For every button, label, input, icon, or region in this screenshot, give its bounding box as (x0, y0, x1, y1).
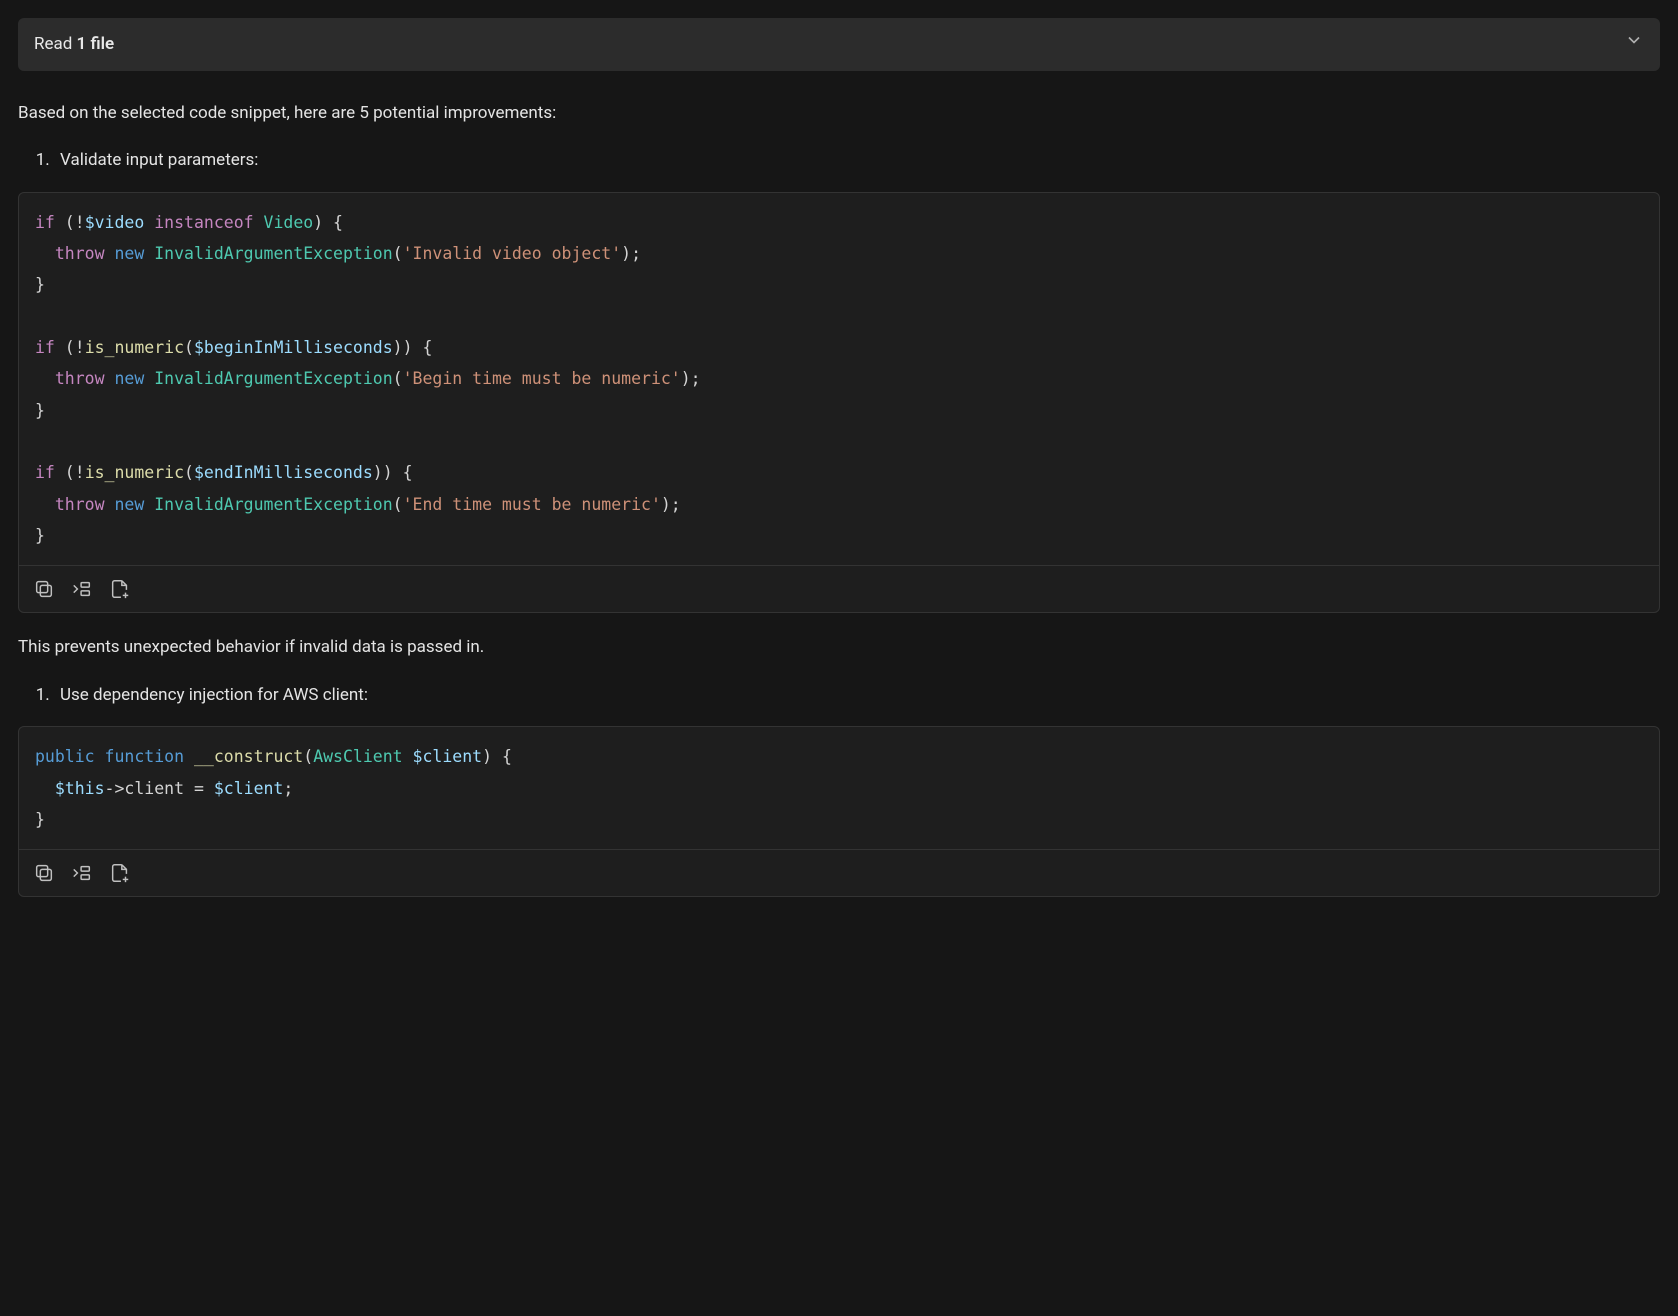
list-item: Validate input parameters: (54, 148, 1660, 174)
read-file-count: 1 file (77, 34, 115, 54)
read-file-header[interactable]: Read 1 file (18, 18, 1660, 71)
code-block-1: if (!$video instanceof Video) { throw ne… (18, 192, 1660, 614)
code-content: public function __construct(AwsClient $c… (19, 727, 1659, 849)
suggestion-list-1: Validate input parameters: (54, 148, 1660, 174)
copy-icon[interactable] (33, 578, 55, 600)
explanation-1: This prevents unexpected behavior if inv… (18, 635, 1660, 661)
suggestion-list-2: Use dependency injection for AWS client: (54, 683, 1660, 709)
insert-at-cursor-icon[interactable] (71, 578, 93, 600)
insert-at-cursor-icon[interactable] (71, 862, 93, 884)
new-file-icon[interactable] (109, 862, 131, 884)
intro-text: Based on the selected code snippet, here… (18, 101, 1660, 127)
new-file-icon[interactable] (109, 578, 131, 600)
read-file-prefix: Read (34, 34, 77, 54)
chevron-down-icon (1624, 30, 1644, 59)
code-block-2: public function __construct(AwsClient $c… (18, 726, 1660, 897)
read-file-label: Read 1 file (34, 32, 114, 58)
list-item: Use dependency injection for AWS client: (54, 683, 1660, 709)
copy-icon[interactable] (33, 862, 55, 884)
code-content: if (!$video instanceof Video) { throw ne… (19, 193, 1659, 566)
code-toolbar (19, 849, 1659, 896)
code-toolbar (19, 565, 1659, 612)
